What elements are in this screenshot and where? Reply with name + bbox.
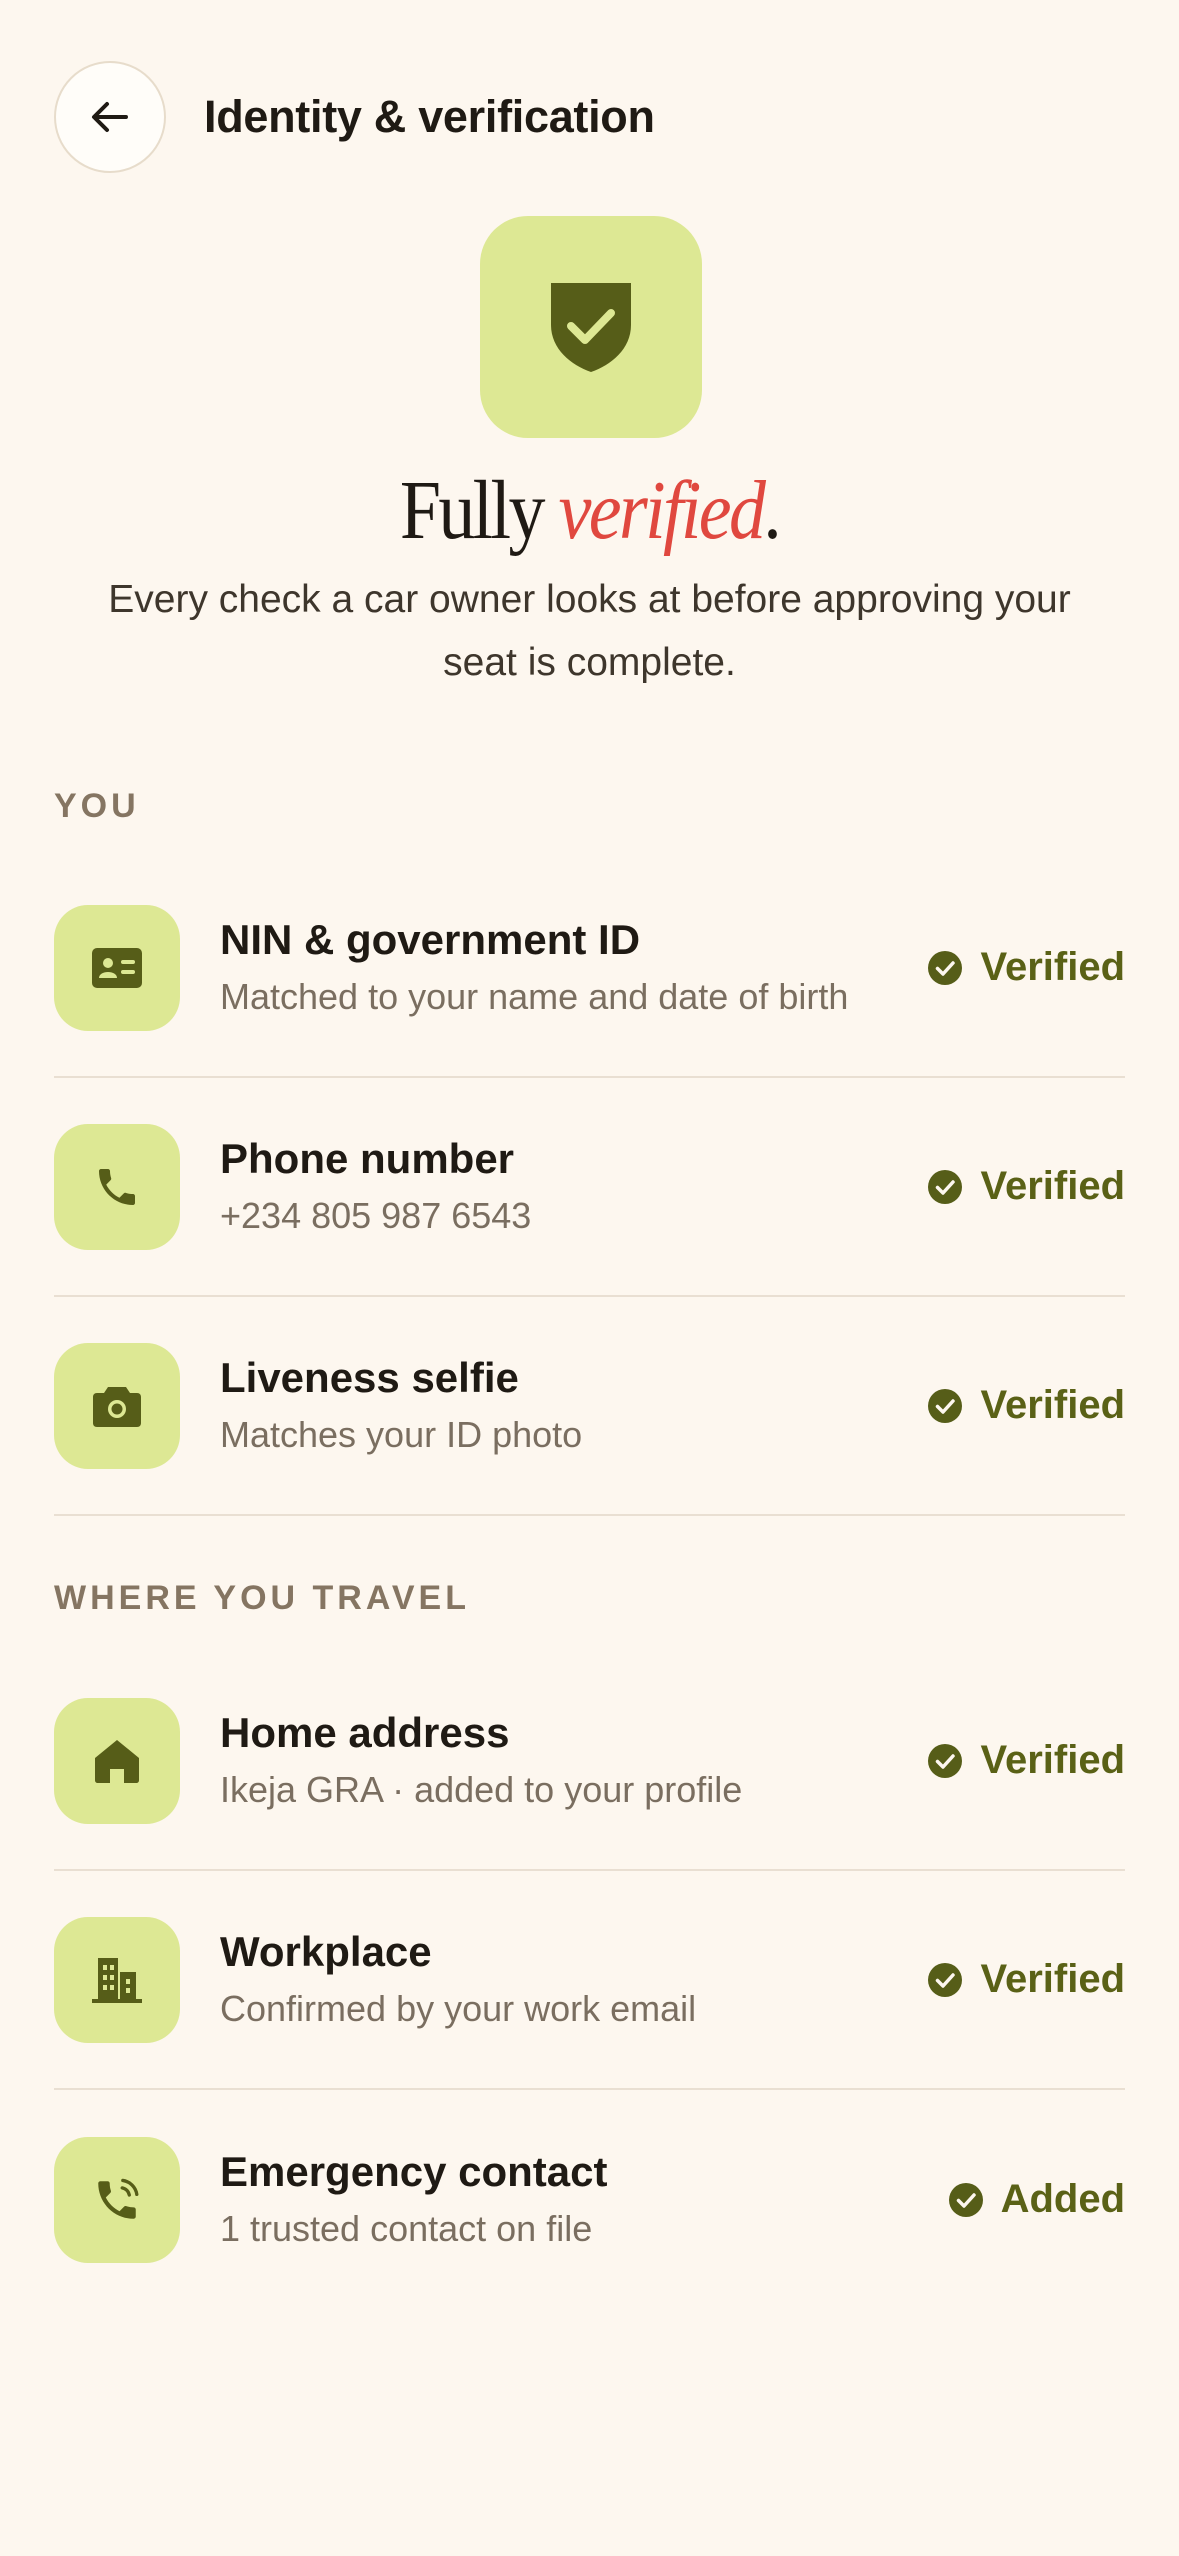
list-item-phone-number[interactable]: Phone number +234 805 987 6543 Verified <box>54 1078 1125 1297</box>
phone-ringing-icon <box>98 2178 139 2219</box>
building-icon <box>92 1957 142 2003</box>
list-item-nin-id[interactable]: NIN & government ID Matched to your name… <box>54 859 1125 1078</box>
row-subtitle: Confirmed by your work email <box>220 1987 697 2029</box>
row-subtitle: 1 trusted contact on file <box>220 2207 593 2249</box>
status-text: Verified <box>980 1383 1125 1427</box>
id-card-icon <box>92 947 142 988</box>
status-badge: Verified <box>928 1383 1125 1428</box>
row-title: Phone number <box>220 1134 515 1182</box>
row-icon-tile <box>54 1123 180 1250</box>
check-circle-icon <box>928 1962 963 1997</box>
row-icon-tile <box>54 1916 180 2043</box>
row-title: Workplace <box>220 1927 432 1975</box>
status-badge: Verified <box>928 945 1125 990</box>
row-text: Liveness selfie Matches your ID photo <box>220 1352 928 1460</box>
page-title: Identity & verification <box>204 91 655 142</box>
row-subtitle: Matched to your name and date of birth <box>220 975 849 1017</box>
camera-icon <box>93 1386 141 1427</box>
status-text: Verified <box>980 1738 1125 1782</box>
status-badge: Verified <box>928 1957 1125 2002</box>
row-subtitle: Matches your ID photo <box>220 1413 583 1455</box>
shield-check-icon <box>551 283 631 372</box>
home-icon <box>95 1739 139 1783</box>
row-title: Home address <box>220 1708 510 1756</box>
header: Identity & verification <box>54 61 655 173</box>
hero-subtitle: Every check a car owner looks at before … <box>108 578 1071 684</box>
status-text: Verified <box>980 1164 1125 1208</box>
check-circle-icon <box>948 2182 983 2217</box>
status-text: Verified <box>980 1957 1125 2001</box>
row-text: Phone number +234 805 987 6543 <box>220 1133 928 1241</box>
row-title: Emergency contact <box>220 2147 608 2195</box>
check-circle-icon <box>928 950 963 985</box>
row-icon-tile <box>54 1697 180 1824</box>
list-item-liveness-selfie[interactable]: Liveness selfie Matches your ID photo Ve… <box>54 1297 1125 1516</box>
row-text: Workplace Confirmed by your work email <box>220 1926 928 2034</box>
list-item-home-address[interactable]: Home address Ikeja GRA · added to your p… <box>54 1652 1125 1871</box>
hero-title-accent: verified <box>558 464 766 557</box>
arrow-left-icon <box>92 102 128 132</box>
row-text: Emergency contact 1 trusted contact on f… <box>220 2146 949 2254</box>
status-badge: Added <box>948 2177 1125 2222</box>
status-text: Verified <box>980 945 1125 989</box>
check-circle-icon <box>928 1169 963 1204</box>
list-item-emergency-contact[interactable]: Emergency contact 1 trusted contact on f… <box>54 2090 1125 2309</box>
verified-shield-badge <box>480 216 702 438</box>
check-circle-icon <box>928 1743 963 1778</box>
check-circle-icon <box>928 1388 963 1423</box>
row-icon-tile <box>54 904 180 1031</box>
hero-title-end: . <box>763 464 781 557</box>
row-title: Liveness selfie <box>220 1353 519 1401</box>
phone-icon <box>99 1168 135 1205</box>
status-badge: Verified <box>928 1738 1125 1783</box>
hero-title: Fully verified. <box>71 462 1109 559</box>
section-label-you: YOU <box>54 787 140 825</box>
hero-title-plain: Fully <box>399 464 559 557</box>
status-text: Added <box>1000 2177 1125 2221</box>
row-text: NIN & government ID Matched to your name… <box>220 914 928 1022</box>
list-item-workplace[interactable]: Workplace Confirmed by your work email V… <box>54 1871 1125 2090</box>
row-icon-tile <box>54 2136 180 2263</box>
row-text: Home address Ikeja GRA · added to your p… <box>220 1707 928 1815</box>
row-subtitle: +234 805 987 6543 <box>220 1194 532 1236</box>
back-button[interactable] <box>54 61 166 173</box>
row-title: NIN & government ID <box>220 915 641 963</box>
identity-verification-screen: Identity & verification Fully verified. … <box>0 0 1179 2556</box>
section-label-where-you-travel: WHERE YOU TRAVEL <box>54 1579 470 1617</box>
status-badge: Verified <box>928 1164 1125 1209</box>
row-subtitle: Ikeja GRA · added to your profile <box>220 1768 743 1810</box>
row-icon-tile <box>54 1342 180 1469</box>
